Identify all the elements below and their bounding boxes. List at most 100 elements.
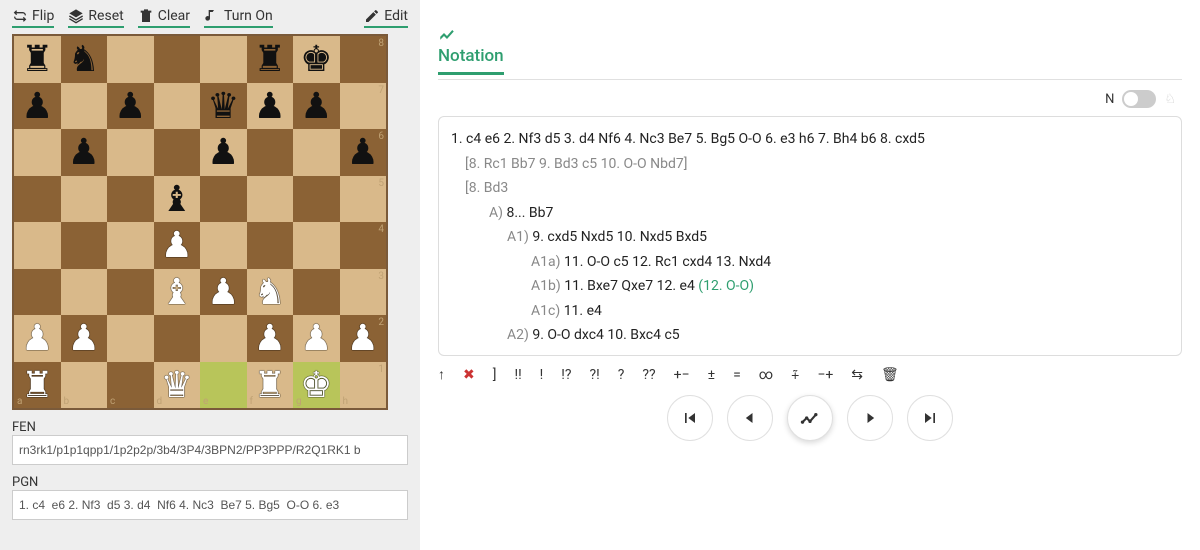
square-h5[interactable]: 5 <box>340 176 387 223</box>
square-a4[interactable] <box>14 222 61 269</box>
square-h6[interactable]: ♟6 <box>340 129 387 176</box>
square-f4[interactable] <box>247 222 294 269</box>
square-g4[interactable] <box>293 222 340 269</box>
square-d6[interactable] <box>154 129 201 176</box>
annotation-symbol-5[interactable]: !? <box>561 367 571 383</box>
square-d5[interactable]: ♝ <box>154 176 201 223</box>
next-move-button[interactable] <box>847 395 893 441</box>
prev-move-button[interactable] <box>727 395 773 441</box>
square-f3[interactable]: ♞ <box>247 269 294 316</box>
square-f5[interactable] <box>247 176 294 223</box>
square-a3[interactable] <box>14 269 61 316</box>
annotation-symbol-4[interactable]: ! <box>540 367 544 383</box>
square-e2[interactable] <box>200 315 247 362</box>
square-e3[interactable]: ♟ <box>200 269 247 316</box>
branch-a1b[interactable]: 11. Bxe7 Qxe7 12. e4 <box>564 278 698 294</box>
square-f1[interactable]: ♜f <box>247 362 294 409</box>
square-g3[interactable] <box>293 269 340 316</box>
annotation-symbol-1[interactable]: ✖ <box>463 367 475 383</box>
square-b5[interactable] <box>61 176 108 223</box>
square-h4[interactable]: 4 <box>340 222 387 269</box>
variation-2-open[interactable]: [8. Bd3 <box>465 180 508 196</box>
square-f2[interactable]: ♟ <box>247 315 294 362</box>
square-c6[interactable] <box>107 129 154 176</box>
square-h1[interactable]: 1h <box>340 362 387 409</box>
square-a5[interactable] <box>14 176 61 223</box>
turn-on-button[interactable]: Turn On <box>204 8 273 28</box>
square-e7[interactable]: ♛ <box>200 83 247 130</box>
square-b3[interactable] <box>61 269 108 316</box>
square-c2[interactable] <box>107 315 154 362</box>
edit-button[interactable]: Edit <box>364 8 408 28</box>
square-h2[interactable]: ♟2 <box>340 315 387 362</box>
annotation-symbol-3[interactable]: !! <box>514 367 521 383</box>
first-move-button[interactable] <box>667 395 713 441</box>
square-g8[interactable]: ♚ <box>293 36 340 83</box>
annotation-symbol-2[interactable]: ] <box>493 367 497 383</box>
square-d3[interactable]: ♝ <box>154 269 201 316</box>
fen-input[interactable] <box>12 435 408 465</box>
annotation-symbol-0[interactable]: ↑ <box>438 366 445 383</box>
square-c7[interactable]: ♟ <box>107 83 154 130</box>
square-c1[interactable]: c <box>107 362 154 409</box>
square-a6[interactable] <box>14 129 61 176</box>
square-b7[interactable] <box>61 83 108 130</box>
flip-button[interactable]: Flip <box>12 8 54 28</box>
square-a8[interactable]: ♜ <box>14 36 61 83</box>
square-b8[interactable]: ♞ <box>61 36 108 83</box>
annotation-symbol-7[interactable]: ? <box>618 367 625 383</box>
square-d2[interactable] <box>154 315 201 362</box>
square-d7[interactable] <box>154 83 201 130</box>
notation-area[interactable]: 1. c4 e6 2. Nf3 d5 3. d4 Nf6 4. Nc3 Be7 … <box>438 116 1182 356</box>
branch-a2[interactable]: 9. O-O dxc4 10. Bxc4 c5 <box>532 327 679 343</box>
mainline[interactable]: 1. c4 e6 2. Nf3 d5 3. d4 Nf6 4. Nc3 Be7 … <box>451 127 1169 152</box>
square-e5[interactable] <box>200 176 247 223</box>
annotation-symbol-8[interactable]: ?? <box>642 367 655 383</box>
square-e8[interactable] <box>200 36 247 83</box>
square-a1[interactable]: ♜a <box>14 362 61 409</box>
square-a7[interactable]: ♟ <box>14 83 61 130</box>
square-f7[interactable]: ♟ <box>247 83 294 130</box>
annotation-symbol-11[interactable]: = <box>733 367 741 383</box>
square-d8[interactable] <box>154 36 201 83</box>
annotation-symbol-12[interactable]: ∞ <box>759 367 773 383</box>
annotation-symbol-13[interactable]: ⨤ <box>791 367 799 383</box>
reset-button[interactable]: Reset <box>68 8 123 28</box>
square-d4[interactable]: ♟ <box>154 222 201 269</box>
square-c5[interactable] <box>107 176 154 223</box>
annotation-symbol-9[interactable]: +− <box>674 367 690 383</box>
annotation-symbol-10[interactable]: ± <box>708 367 716 383</box>
square-b1[interactable]: b <box>61 362 108 409</box>
branch-a[interactable]: 8... Bb7 <box>506 205 553 221</box>
square-e1[interactable]: e <box>200 362 247 409</box>
square-d1[interactable]: ♛d <box>154 362 201 409</box>
annotation-symbol-15[interactable]: ⇆ <box>851 367 863 383</box>
annotation-symbol-14[interactable]: −+ <box>817 367 833 383</box>
clear-button[interactable]: Clear <box>138 8 190 28</box>
square-h8[interactable]: 8 <box>340 36 387 83</box>
square-g1[interactable]: ♚g <box>293 362 340 409</box>
square-e6[interactable]: ♟ <box>200 129 247 176</box>
wave-button[interactable] <box>787 395 833 441</box>
branch-a1a[interactable]: 11. O-O c5 12. Rc1 cxd4 13. Nxd4 <box>564 254 771 270</box>
square-g5[interactable] <box>293 176 340 223</box>
variation-1[interactable]: [8. Rc1 Bb7 9. Bd3 c5 10. O-O Nbd7] <box>465 156 687 172</box>
square-b4[interactable] <box>61 222 108 269</box>
square-f6[interactable] <box>247 129 294 176</box>
square-g2[interactable]: ♟ <box>293 315 340 362</box>
square-c4[interactable] <box>107 222 154 269</box>
square-b6[interactable]: ♟ <box>61 129 108 176</box>
square-a2[interactable]: ♟ <box>14 315 61 362</box>
square-g7[interactable]: ♟ <box>293 83 340 130</box>
last-move-button[interactable] <box>907 395 953 441</box>
branch-a1c[interactable]: 11. e4 <box>564 303 602 319</box>
square-h7[interactable]: 7 <box>340 83 387 130</box>
branch-a1[interactable]: 9. cxd5 Nxd5 10. Nxd5 Bxd5 <box>532 229 707 245</box>
square-g6[interactable] <box>293 129 340 176</box>
square-h3[interactable]: 3 <box>340 269 387 316</box>
notation-tab[interactable] <box>438 12 1182 42</box>
square-e4[interactable] <box>200 222 247 269</box>
piece-notation-toggle[interactable] <box>1122 90 1156 108</box>
square-f8[interactable]: ♜ <box>247 36 294 83</box>
chess-board[interactable]: ♜♞♜♚8♟♟♛♟♟7♟♟♟6♝5♟4♝♟♞3♟♟♟♟♟2♜abc♛de♜f♚g… <box>12 34 388 410</box>
